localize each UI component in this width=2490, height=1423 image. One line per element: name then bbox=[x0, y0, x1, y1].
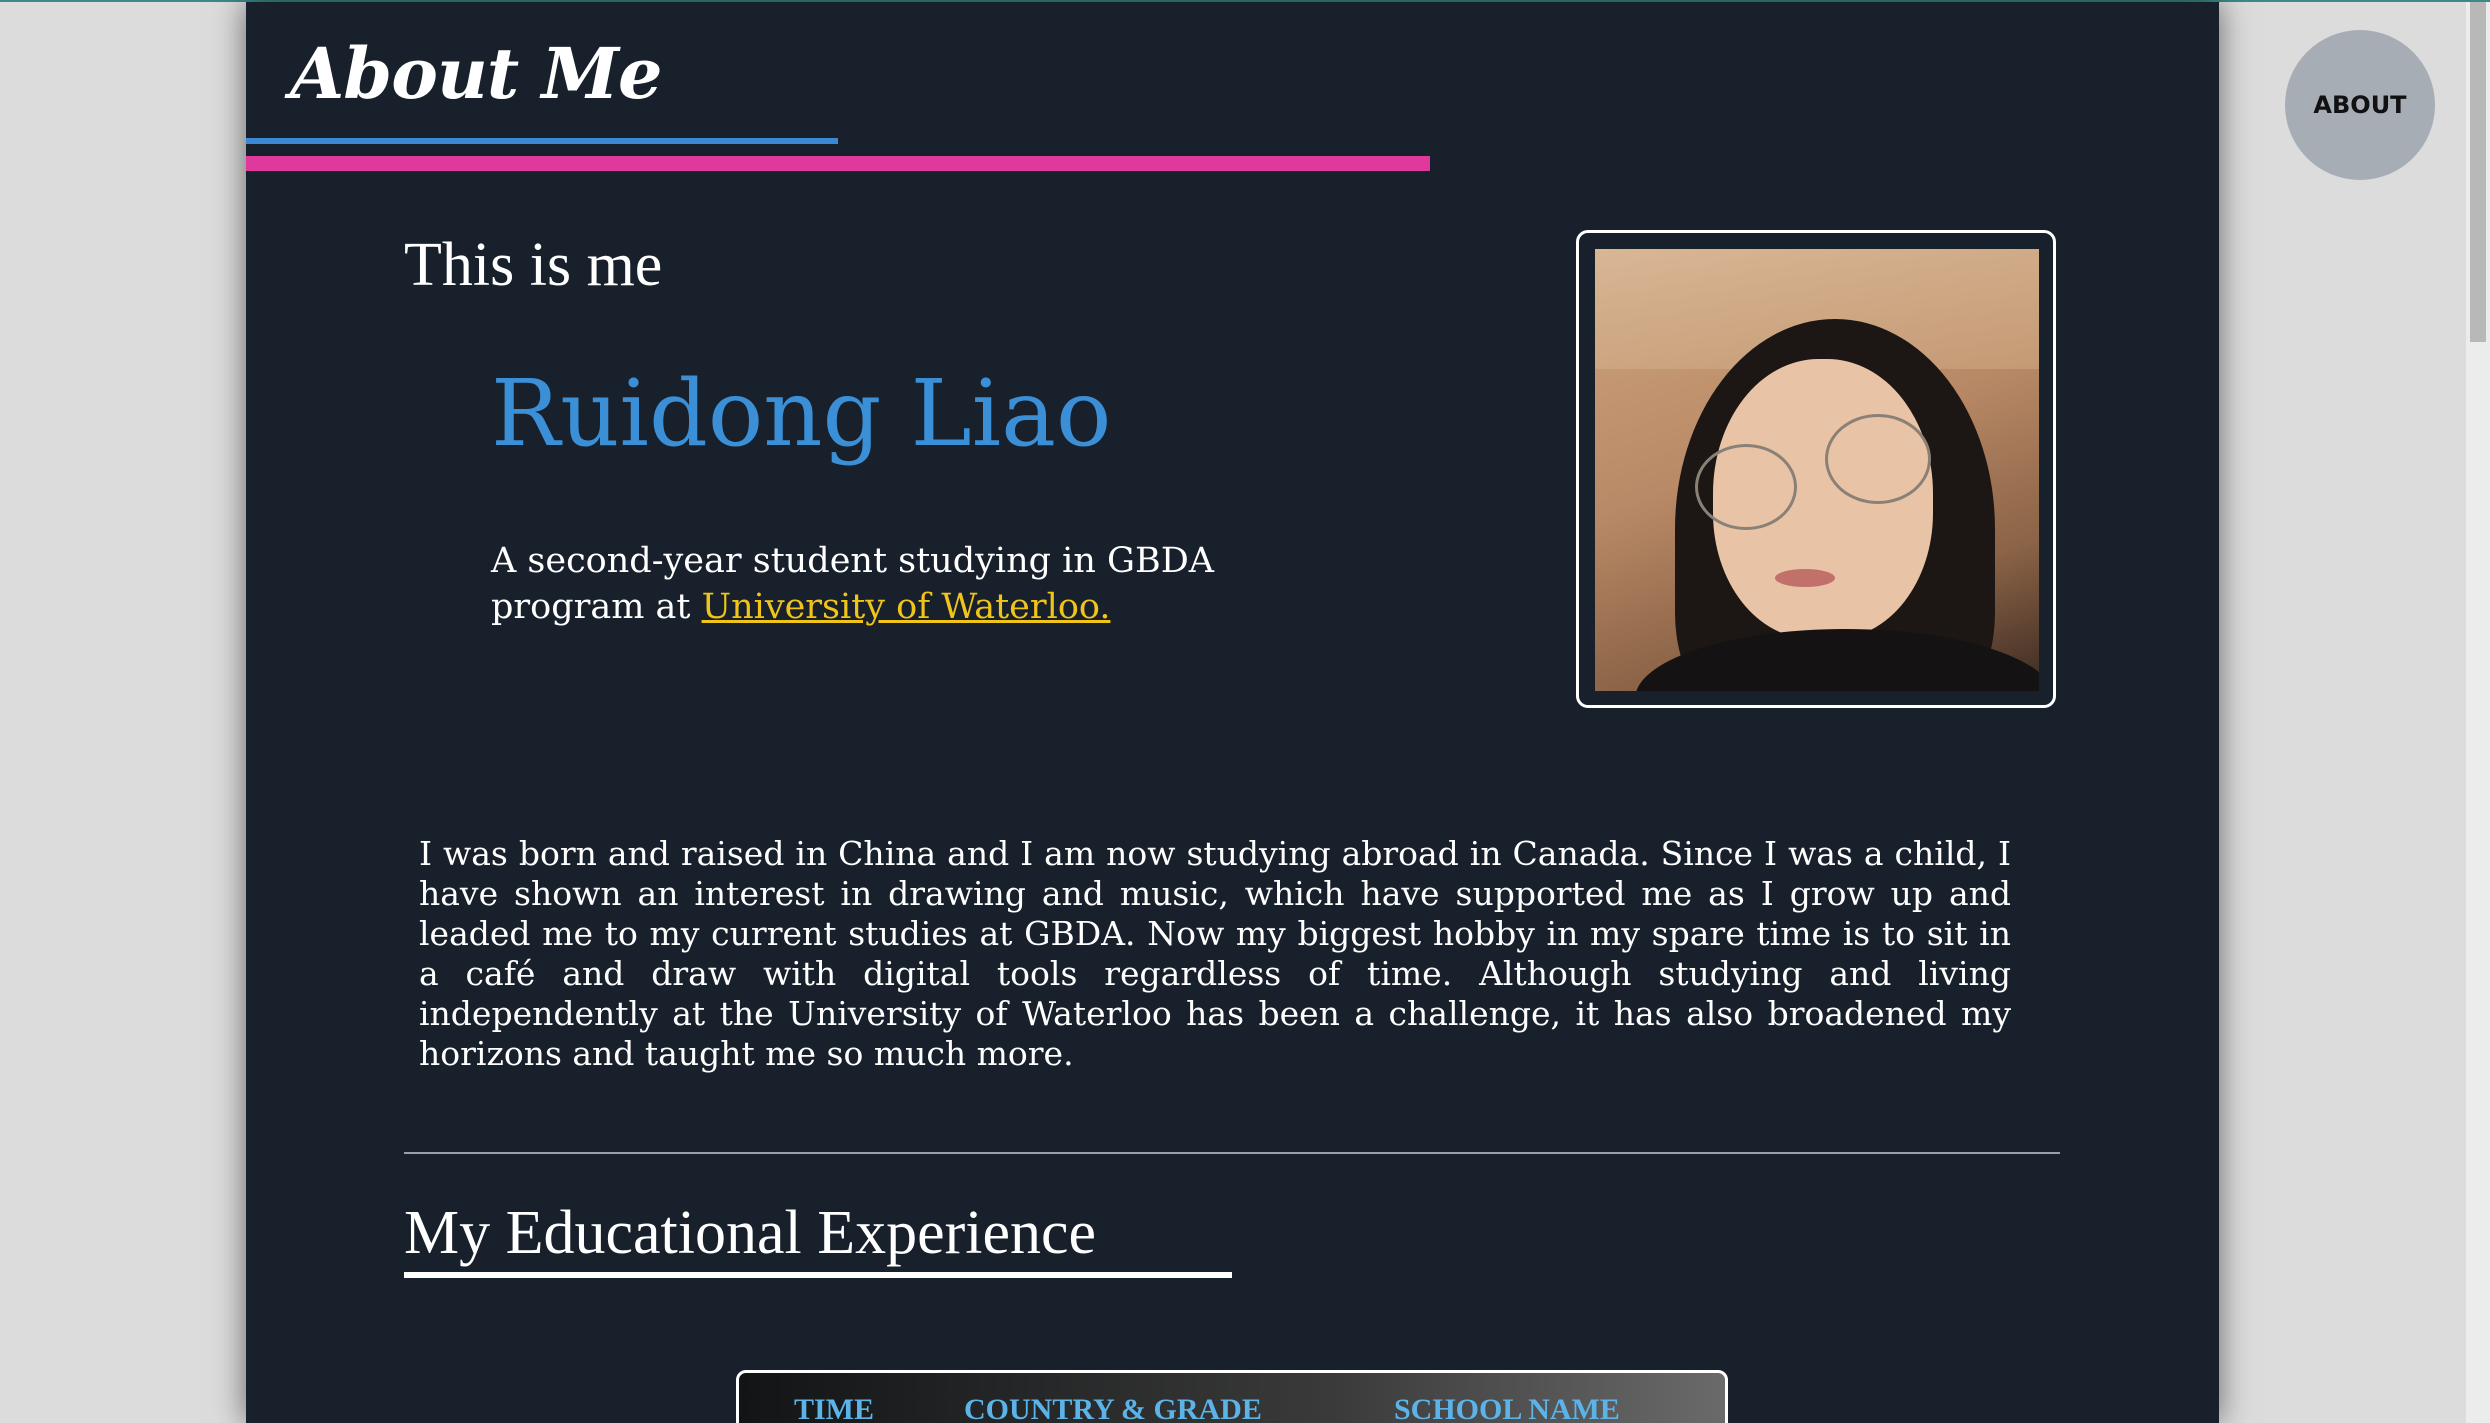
intro-heading: This is me bbox=[404, 231, 663, 299]
title-underline-pink bbox=[246, 156, 1430, 171]
page-container: About Me This is me Ruidong Liao A secon… bbox=[246, 2, 2219, 1423]
photo-glasses-left bbox=[1695, 444, 1797, 530]
university-link[interactable]: University of Waterloo. bbox=[702, 587, 1111, 627]
profile-photo-frame bbox=[1576, 230, 2056, 708]
about-nav-button[interactable]: ABOUT bbox=[2285, 30, 2435, 180]
profile-photo bbox=[1595, 249, 2039, 691]
vertical-scrollbar[interactable] bbox=[2466, 2, 2490, 1423]
page-title: About Me bbox=[290, 32, 663, 115]
tagline: A second-year student studying in GBDA p… bbox=[491, 538, 1311, 630]
bio-paragraph: I was born and raised in China and I am … bbox=[419, 834, 2011, 1073]
title-underline-blue bbox=[246, 138, 838, 144]
table-header-country-grade: COUNTRY & GRADE bbox=[964, 1393, 1262, 1423]
photo-lips bbox=[1775, 569, 1835, 587]
table-header-time: TIME bbox=[794, 1393, 875, 1423]
photo-glasses-right bbox=[1825, 414, 1931, 504]
scrollbar-thumb[interactable] bbox=[2470, 2, 2486, 342]
education-heading-underline bbox=[404, 1272, 1232, 1278]
education-heading: My Educational Experience bbox=[404, 1199, 1097, 1267]
table-header-school-name: SCHOOL NAME bbox=[1394, 1393, 1620, 1423]
person-name: Ruidong Liao bbox=[491, 360, 1112, 467]
education-table: TIME COUNTRY & GRADE SCHOOL NAME bbox=[736, 1370, 1728, 1423]
section-divider bbox=[404, 1152, 2060, 1154]
